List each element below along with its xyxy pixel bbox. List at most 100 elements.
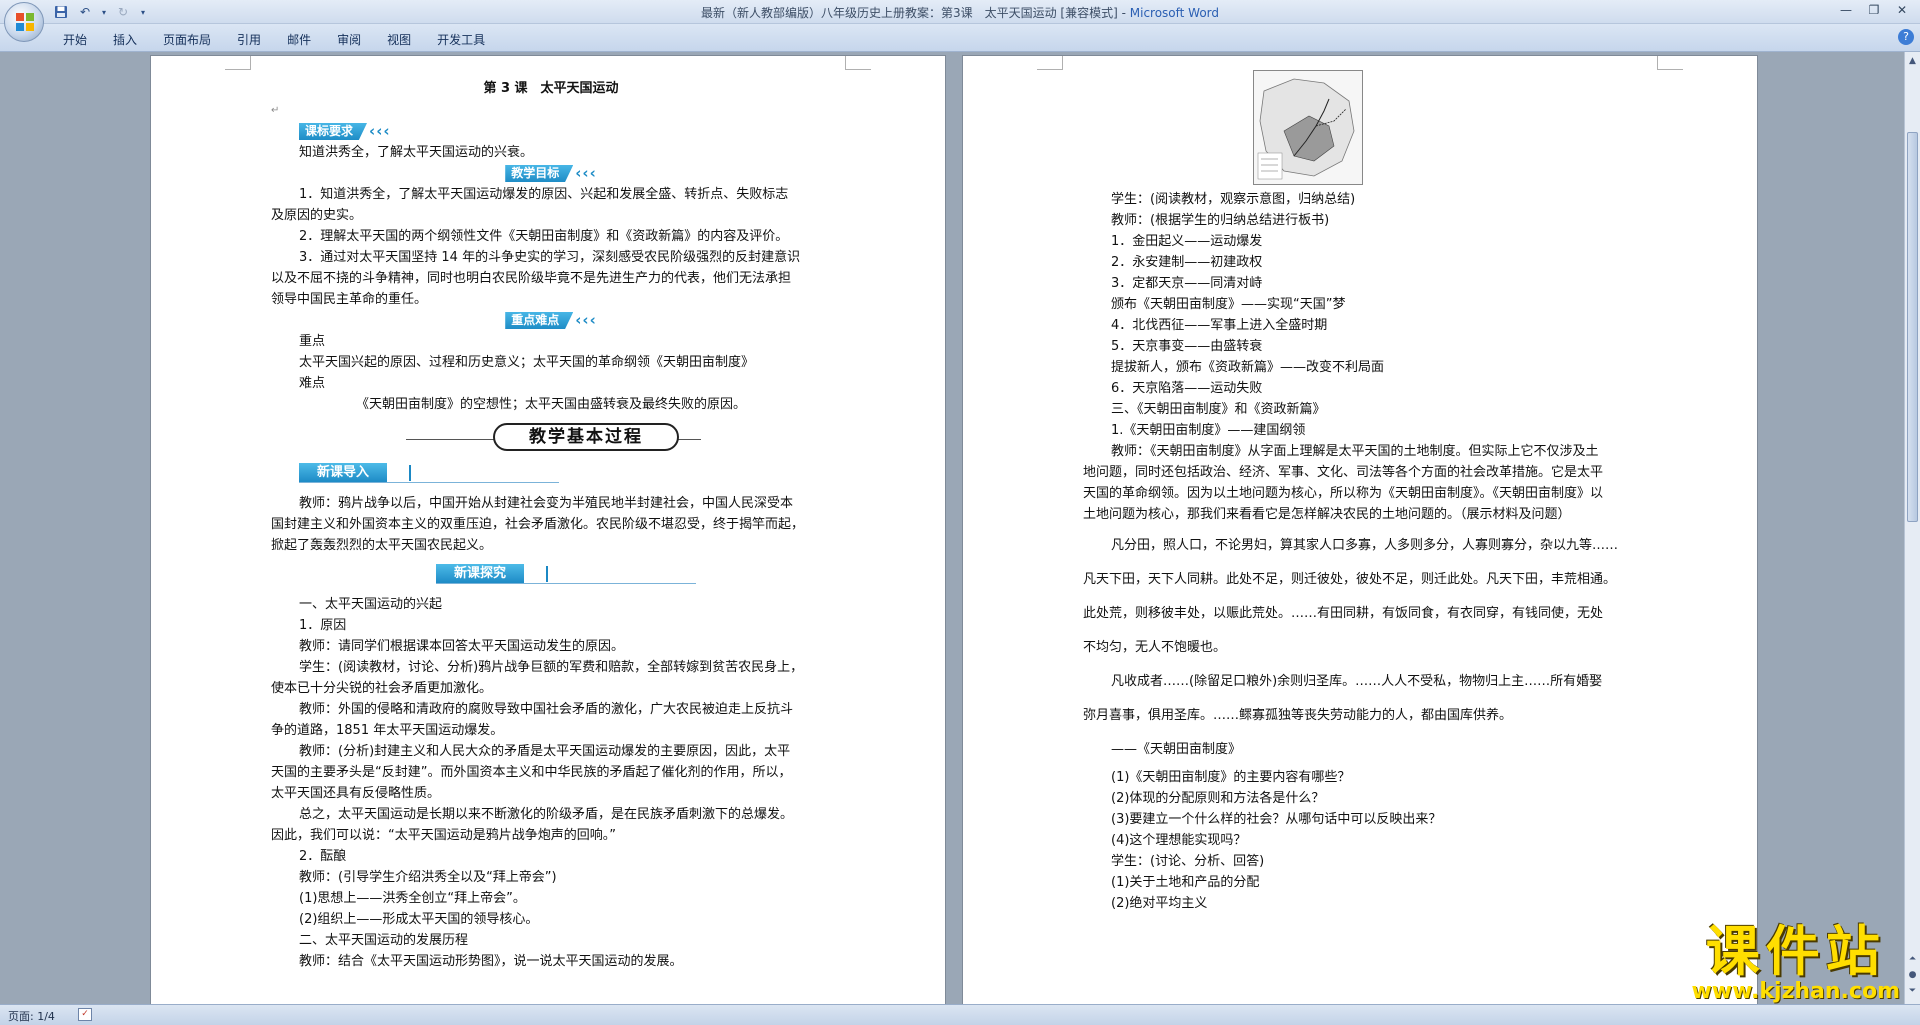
close-icon[interactable]: ✕ (1888, 0, 1916, 20)
tab-mailings[interactable]: 邮件 (274, 28, 324, 51)
quote-line: 凡分田，照人口，不论男妇，算其家人口多寡，人多则多分，人寡则寡分，杂以九等…… (1111, 538, 1619, 553)
site-watermark: 课件站 www.kjzhan.com (1691, 922, 1900, 1004)
paragraph: (2)体现的分配原则和方法各是什么？ (1111, 791, 1325, 806)
page-count[interactable]: 页面: 1/4 (8, 1008, 55, 1024)
paragraph: 使本已十分尖锐的社会矛盾更加激化。 (271, 681, 493, 696)
paragraph: 一、太平天国运动的兴起 (299, 597, 443, 612)
paragraph: 知道洪秀全，了解太平天国运动的兴衰。 (299, 145, 534, 160)
paragraph: 教师：外国的侵略和清政府的腐败导致中国社会矛盾的激化，广大农民被迫走上反抗斗 (299, 702, 794, 717)
paragraph: 总之，太平天国运动是长期以来不断激化的阶级矛盾，是在民族矛盾刺激下的总爆发。 (299, 807, 794, 822)
quote-line: 凡天下田，天下人同耕。此处不足，则迁彼处，彼处不足，则迁此处。凡天下田，丰荒相通… (1083, 572, 1617, 587)
paragraph: 教师：《天朝田亩制度》从字面上理解是太平天国的土地制度。但实际上它不仅涉及土 (1111, 444, 1599, 459)
tab-review[interactable]: 审阅 (324, 28, 374, 51)
margin-corner-mark (1657, 56, 1683, 70)
lesson-title: 第 3 课 太平天国运动 (483, 81, 619, 96)
maximize-icon[interactable]: ❐ (1860, 0, 1888, 20)
office-logo-icon (16, 13, 34, 31)
paragraph: 三、《天朝田亩制度》和《资政新篇》 (1111, 402, 1326, 417)
quote-line: 凡收成者……(除留足口粮外)余则归圣库。……人人不受私，物物归上主……所有婚娶 (1111, 674, 1603, 689)
tab-references[interactable]: 引用 (224, 28, 274, 51)
quote-line: 此处荒，则移彼丰处，以赈此荒处。……有田同耕，有饭同食，有衣同穿，有钱同使，无处 (1083, 606, 1604, 621)
tab-home[interactable]: 开始 (50, 28, 100, 51)
paragraph: 提拔新人，颁布《资政新篇》——改变不利局面 (1111, 360, 1385, 375)
margin-corner-mark (845, 56, 871, 70)
quote-source: ——《天朝田亩制度》 (1111, 742, 1242, 757)
paragraph: 学生：(讨论、分析、回答) (1111, 854, 1265, 869)
paragraph: 2．理解太平天国的两个纲领性文件《天朝田亩制度》和《资政新篇》的内容及评价。 (299, 229, 789, 244)
paragraph: 教师：结合《太平天国运动形势图》，说一说太平天国运动的发展。 (299, 954, 683, 969)
tab-page-layout[interactable]: 页面布局 (150, 28, 224, 51)
paragraph: 教师：(分析)封建主义和人民大众的矛盾是太平天国运动爆发的主要原因，因此，太平 (299, 744, 791, 759)
new-lesson-explore-banner: 新课探究 (271, 564, 831, 584)
scrollbar-thumb[interactable] (1907, 132, 1918, 522)
paragraph: 太平天国还具有反侵略性质。 (271, 786, 441, 801)
paragraph: 3．定都天京——同清对峙 (1111, 276, 1263, 291)
office-button[interactable] (4, 2, 44, 42)
paragraph: 掀起了轰轰烈烈的太平天国农民起义。 (271, 538, 493, 553)
paragraph: 太平天国兴起的原因、过程和历史意义；太平天国的革命纲领《天朝田亩制度》 (299, 355, 755, 370)
banner-row: 重点难点 ‹‹‹ (271, 310, 831, 331)
paragraph: 重点 (299, 334, 326, 349)
document-page-2: 学生：(阅读教材，观察示意图，归纳总结) 教师：(根据学生的归纳总结进行板书) … (962, 55, 1758, 1004)
paragraph: 土地问题为核心，那我们来看看它是怎样解决农民的土地问题的。（展示材料及问题） (1083, 507, 1571, 522)
page-2-content: 学生：(阅读教材，观察示意图，归纳总结) 教师：(根据学生的归纳总结进行板书) … (1083, 189, 1643, 914)
tab-view[interactable]: 视图 (374, 28, 424, 51)
paragraph: 6．天京陷落——运动失败 (1111, 381, 1263, 396)
paragraph: 争的道路，1851 年太平天国运动爆发。 (271, 723, 504, 738)
next-page-icon[interactable]: ⏷ (1906, 984, 1919, 998)
paragraph: (2)组织上——形成太平天国的领导核心。 (299, 912, 539, 927)
redo-icon[interactable]: ↻ (114, 3, 132, 21)
tab-developer[interactable]: 开发工具 (424, 28, 498, 51)
section-banner-key-points: 重点难点 ‹‹‹ (505, 312, 597, 329)
paragraph: (1)关于土地和产品的分配 (1111, 875, 1260, 890)
window-title: 最新（新人教部编版）八年级历史上册教案：第3课 太平天国运动 [兼容模式] - … (700, 6, 1220, 20)
paragraph: 教师：鸦片战争以后，中国开始从封建社会变为半殖民地半封建社会，中国人民深受本 (299, 496, 794, 511)
margin-corner-mark (1037, 56, 1063, 70)
paragraph: 二、太平天国运动的发展历程 (299, 933, 469, 948)
paragraph: 2．永安建制——初建政权 (1111, 255, 1263, 270)
undo-icon[interactable]: ↶ (76, 3, 94, 21)
paragraph: 3．通过对太平天国坚持 14 年的斗争史实的学习，深刻感受农民阶级强烈的反封建意… (299, 250, 801, 265)
previous-page-icon[interactable]: ⏶ (1906, 952, 1919, 966)
quote-line: 弥月喜事，俱用圣库。……鳏寡孤独等丧失劳动能力的人，都由国库供养。 (1083, 708, 1513, 723)
document-workspace: 第 3 课 太平天国运动 ↵ 课标要求 ‹‹‹ 知道洪秀全，了解太平天国运动的兴衰… (0, 52, 1904, 1004)
paragraph: 因此，我们可以说：“太平天国运动是鸦片战争炮声的回响。” (271, 828, 616, 843)
proofing-icon[interactable]: ✓ (78, 1008, 92, 1021)
paragraph: 学生：(阅读教材，讨论、分析)鸦片战争巨额的军费和赔款，全部转嫁到贫苦农民身上， (299, 660, 804, 675)
paragraph: 2．酝酿 (299, 849, 347, 864)
paragraph: 5．天京事变——由盛转衰 (1111, 339, 1263, 354)
paragraph: 天国的主要矛头是“反封建”。而外国资本主义和中华民族的矛盾起了催化剂的作用，所以… (271, 765, 792, 780)
paragraph: 及原因的史实。 (271, 208, 363, 223)
paragraph: 1．金田起义——运动爆发 (1111, 234, 1263, 249)
watermark-title: 课件站 (1705, 919, 1886, 983)
minimize-icon[interactable]: — (1832, 0, 1860, 20)
tab-insert[interactable]: 插入 (100, 28, 150, 51)
paragraph: 《天朝田亩制度》的空想性；太平天国由盛转衰及最终失败的原因。 (355, 397, 746, 412)
paragraph: 1．原因 (299, 618, 347, 633)
title-bar: ↶ ▾ ↻ ▾ 最新（新人教部编版）八年级历史上册教案：第3课 太平天国运动 [… (0, 0, 1920, 24)
margin-corner-mark (225, 56, 251, 70)
customize-toolbar-icon[interactable]: ▾ (138, 3, 148, 21)
paragraph: (4)这个理想能实现吗？ (1111, 833, 1247, 848)
save-icon[interactable] (52, 3, 70, 21)
paragraph: (3)要建立一个什么样的社会？从哪句话中可以反映出来？ (1111, 812, 1442, 827)
page-1-content: 第 3 课 太平天国运动 ↵ 课标要求 ‹‹‹ 知道洪秀全，了解太平天国运动的兴衰… (271, 78, 831, 972)
paragraph: 学生：(阅读教材，观察示意图，归纳总结) (1111, 192, 1356, 207)
document-page-1: 第 3 课 太平天国运动 ↵ 课标要求 ‹‹‹ 知道洪秀全，了解太平天国运动的兴衰… (150, 55, 946, 1004)
section-banner-objectives: 教学目标 ‹‹‹ (505, 165, 597, 182)
help-icon[interactable]: ? (1898, 29, 1914, 45)
select-browse-object-icon[interactable]: ● (1906, 968, 1919, 982)
paragraph: 国封建主义和外国资本主义的双重压迫，社会矛盾激化。农民阶级不堪忍受，终于揭竿而起… (271, 517, 805, 532)
paragraph: 以及不屈不挠的斗争精神，同时也明白农民阶级毕竟不是先进生产力的代表，他们无法承担 (271, 271, 792, 286)
paragraph: 教师：(根据学生的归纳总结进行板书) (1111, 213, 1330, 228)
paragraph: 教师：(引导学生介绍洪秀全以及“拜上帝会”) (299, 870, 557, 885)
new-lesson-intro-banner: 新课导入 (271, 463, 831, 483)
undo-dropdown-icon[interactable]: ▾ (100, 3, 108, 21)
paragraph: 天国的革命纲领。因为以土地问题为核心，所以称为《天朝田亩制度》。《天朝田亩制度》… (1083, 486, 1604, 501)
scroll-up-icon[interactable]: ▲ (1906, 54, 1919, 68)
vertical-scrollbar[interactable]: ▲ ⏶ ● ⏷ (1904, 52, 1920, 1004)
teaching-process-banner: 教学基本过程 (271, 421, 831, 455)
paragraph: (1)《天朝田亩制度》的主要内容有哪些？ (1111, 770, 1351, 785)
paragraph: 难点 (299, 376, 326, 391)
empty-paragraph: ↵ (271, 105, 280, 116)
